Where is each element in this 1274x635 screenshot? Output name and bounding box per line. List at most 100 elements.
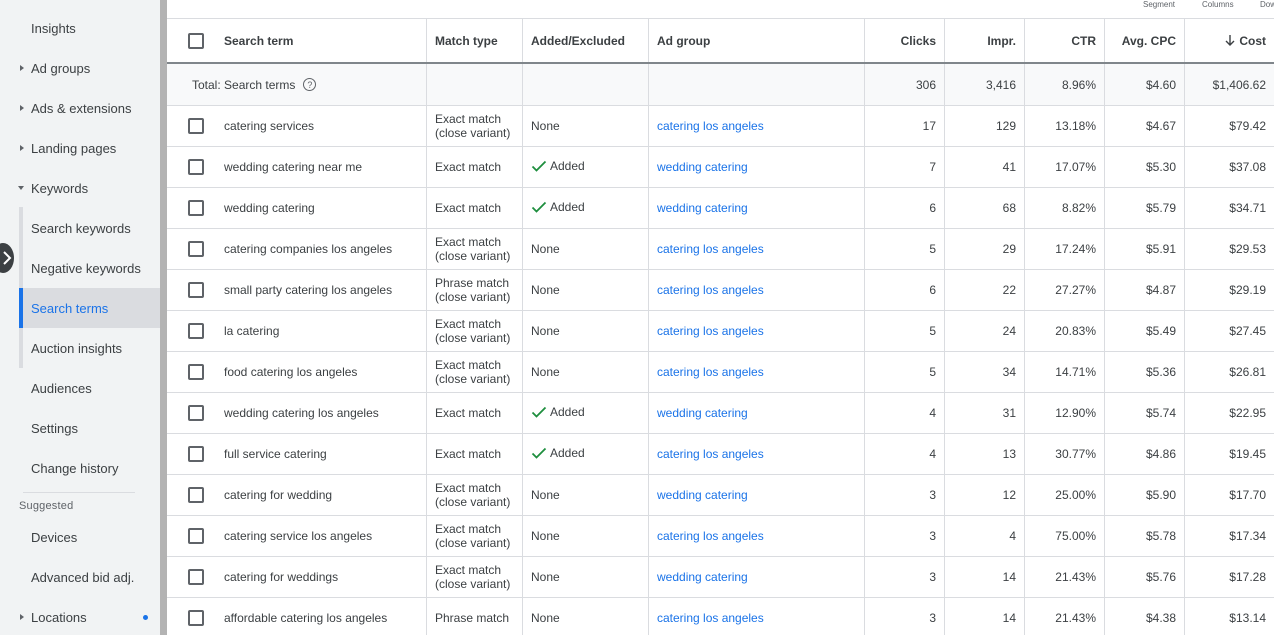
header-ad-group[interactable]: Ad group: [649, 19, 865, 62]
row-checkbox[interactable]: [187, 569, 204, 585]
search-terms-table: Search term Match type Added/Excluded Ad…: [167, 18, 1274, 635]
row-checkbox[interactable]: [187, 241, 204, 257]
sidebar-item-search-keywords[interactable]: Search keywords: [0, 208, 160, 248]
avg-cpc-cell: $5.91: [1105, 229, 1185, 269]
caret-right-icon[interactable]: [20, 65, 24, 71]
impr-cell: 13: [945, 434, 1025, 474]
cost-cell: $37.08: [1229, 160, 1266, 174]
clicks-cell: 17: [865, 106, 945, 146]
sidebar-item-insights[interactable]: Insights: [0, 8, 160, 48]
ad-group-link[interactable]: catering los angeles: [657, 283, 764, 297]
row-checkbox[interactable]: [187, 364, 204, 380]
added-excluded-cell: None: [523, 311, 649, 351]
help-icon[interactable]: ?: [303, 78, 317, 91]
sidebar-item-advanced-bid-adj[interactable]: Advanced bid adj.: [0, 557, 160, 597]
row-checkbox[interactable]: [187, 528, 204, 544]
row-checkbox[interactable]: [187, 118, 204, 134]
download-button[interactable]: Dow: [1260, 0, 1274, 9]
search-term-cell: full service catering: [210, 434, 427, 474]
ad-group-link[interactable]: wedding catering: [657, 488, 748, 502]
row-checkbox[interactable]: [187, 159, 204, 175]
ad-group-link[interactable]: wedding catering: [657, 201, 748, 215]
sidebar-item-label: Settings: [31, 420, 78, 436]
impr-cell: 68: [945, 188, 1025, 228]
select-all-cell: [167, 19, 210, 62]
cost-cell: $29.19: [1229, 283, 1266, 297]
row-checkbox[interactable]: [187, 405, 204, 421]
caret-right-icon[interactable]: [20, 614, 24, 620]
ad-group-cell: catering los angeles: [649, 352, 865, 392]
row-checkbox[interactable]: [187, 446, 204, 462]
sidebar-item-search-terms[interactable]: Search terms: [23, 288, 160, 328]
total-cost: $1,406.62: [1212, 77, 1266, 92]
clicks-cell: 3: [865, 475, 945, 515]
match-type-label: Exact match: [435, 406, 502, 420]
search-term-cell: affordable catering los angeles: [210, 598, 427, 635]
impr-cell: 4: [945, 516, 1025, 556]
sidebar-scrollbar[interactable]: [160, 0, 167, 635]
match-type-label: Phrase match: [435, 611, 510, 625]
search-term-cell: la catering: [210, 311, 427, 351]
caret-right-icon[interactable]: [20, 105, 24, 111]
row-select-cell: [167, 393, 210, 433]
header-avg-cpc[interactable]: Avg. CPC: [1105, 19, 1185, 62]
select-all-checkbox[interactable]: [187, 32, 204, 49]
sidebar-item-ads-and-extensions[interactable]: Ads & extensions: [0, 88, 160, 128]
caret-right-icon[interactable]: [20, 145, 24, 151]
row-select-cell: [167, 270, 210, 310]
ad-group-link[interactable]: wedding catering: [657, 406, 748, 420]
ad-group-link[interactable]: catering los angeles: [657, 447, 764, 461]
sidebar-nav: Suggested Insights Ad groups Ads & extensi…: [0, 0, 160, 635]
caret-down-icon[interactable]: [18, 186, 24, 190]
row-checkbox[interactable]: [187, 282, 204, 298]
ad-group-cell: wedding catering: [649, 188, 865, 228]
header-cost[interactable]: Cost: [1185, 19, 1274, 62]
sidebar-item-settings[interactable]: Settings: [0, 408, 160, 448]
ctr-cell: 21.43%: [1025, 598, 1105, 635]
ad-group-link[interactable]: catering los angeles: [657, 529, 764, 543]
impr-cell: 31: [945, 393, 1025, 433]
header-ctr[interactable]: CTR: [1025, 19, 1105, 62]
sidebar-item-auction-insights[interactable]: Auction insights: [0, 328, 160, 368]
ad-group-link[interactable]: wedding catering: [657, 160, 748, 174]
sidebar-item-audiences[interactable]: Audiences: [0, 368, 160, 408]
segment-button[interactable]: Segment: [1143, 0, 1175, 9]
search-term-cell: small party catering los angeles: [210, 270, 427, 310]
added-status-label: Added: [550, 404, 585, 419]
row-checkbox[interactable]: [187, 200, 204, 216]
row-checkbox[interactable]: [187, 323, 204, 339]
ad-group-cell: wedding catering: [649, 147, 865, 187]
row-checkbox[interactable]: [187, 610, 204, 626]
sidebar-item-label: Auction insights: [31, 340, 123, 356]
header-match-type[interactable]: Match type: [427, 19, 523, 62]
ctr-cell: 25.00%: [1025, 475, 1105, 515]
header-added-excluded[interactable]: Added/Excluded: [523, 19, 649, 62]
header-clicks[interactable]: Clicks: [865, 19, 945, 62]
sidebar-item-change-history[interactable]: Change history: [0, 448, 160, 488]
avg-cpc-cell: $5.79: [1105, 188, 1185, 228]
sidebar-item-ad-groups[interactable]: Ad groups: [0, 48, 160, 88]
ad-group-link[interactable]: catering los angeles: [657, 119, 764, 133]
sidebar-item-locations[interactable]: Locations: [0, 597, 160, 635]
sidebar-item-negative-keywords[interactable]: Negative keywords: [0, 248, 160, 288]
sidebar-item-devices[interactable]: Devices: [0, 517, 160, 557]
row-checkbox[interactable]: [187, 487, 204, 503]
table-row: catering services Exact match (close vari…: [167, 106, 1274, 147]
added-status-label: Added: [550, 445, 585, 460]
ad-group-link[interactable]: catering los angeles: [657, 365, 764, 379]
search-term-cell: wedding catering near me: [210, 147, 427, 187]
ctr-cell: 17.24%: [1025, 229, 1105, 269]
match-type-cell: Exact match (close variant): [427, 557, 523, 597]
sidebar-item-keywords[interactable]: Keywords: [0, 168, 160, 208]
columns-button[interactable]: Columns: [1202, 0, 1234, 9]
ad-group-link[interactable]: catering los angeles: [657, 611, 764, 625]
ad-group-link[interactable]: wedding catering: [657, 570, 748, 584]
ad-group-link[interactable]: catering los angeles: [657, 242, 764, 256]
added-excluded-cell: Added: [523, 147, 649, 187]
cost-cell: $19.45: [1229, 447, 1266, 461]
header-search-term[interactable]: Search term: [210, 19, 427, 62]
ad-group-link[interactable]: catering los angeles: [657, 324, 764, 338]
match-type-label: Exact match (close variant): [435, 522, 511, 550]
sidebar-item-landing-pages[interactable]: Landing pages: [0, 128, 160, 168]
header-impr[interactable]: Impr.: [945, 19, 1025, 62]
